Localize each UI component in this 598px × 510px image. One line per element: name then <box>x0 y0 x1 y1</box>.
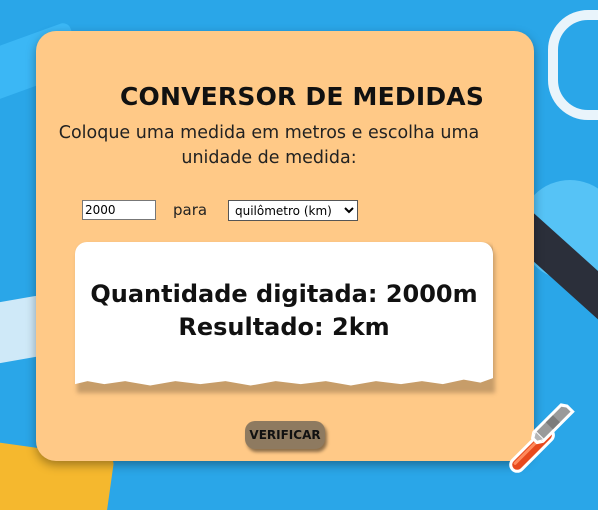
result-quantity-text: Quantidade digitada: 2000m <box>90 280 478 308</box>
conversion-form: para quilômetro (km) <box>82 200 382 222</box>
unit-select[interactable]: quilômetro (km) <box>228 200 358 221</box>
page-title: CONVERSOR DE MEDIDAS <box>119 82 485 111</box>
background-shape <box>548 10 598 120</box>
quantity-input[interactable] <box>82 200 156 220</box>
result-value-text: Resultado: 2km <box>178 313 390 341</box>
result-paper: Quantidade digitada: 2000m Resultado: 2k… <box>75 242 493 386</box>
hammer-icon <box>497 395 587 475</box>
para-label: para <box>173 201 208 219</box>
converter-card: CONVERSOR DE MEDIDAS Coloque uma medida … <box>36 31 534 461</box>
verify-button[interactable]: VERIFICAR <box>245 421 325 449</box>
instructions-text: Coloque uma medida em metros e escolha u… <box>58 123 480 168</box>
